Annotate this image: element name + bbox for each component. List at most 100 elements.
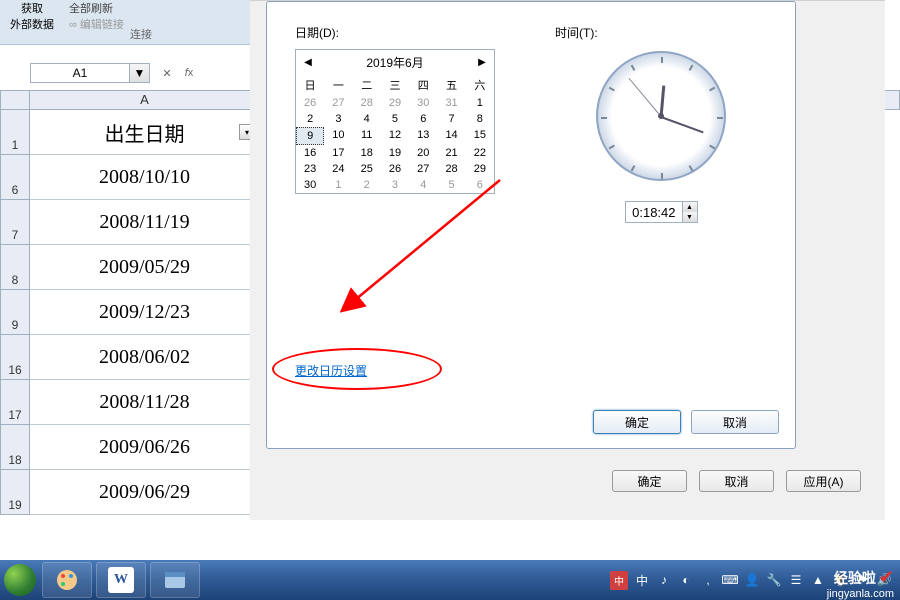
taskbar-paint[interactable] — [42, 562, 92, 598]
tray-icon[interactable]: ☰ — [788, 572, 804, 588]
cancel-formula-icon[interactable]: ✕ — [158, 64, 176, 82]
get-external-data-button[interactable]: 获取 外部数据 — [10, 0, 54, 32]
taskbar[interactable]: W 中 中 ♪ ◐ , ⌨ 👤 🔧 ☰ ▲ 🐧 ⚑ 🔊 经验啦 ✔ jingya… — [0, 560, 900, 600]
row-header[interactable]: 7 — [0, 200, 30, 245]
taskbar-word[interactable]: W — [96, 562, 146, 598]
row-header[interactable]: 17 — [0, 380, 30, 425]
calendar-day[interactable]: 2 — [353, 177, 381, 193]
row-header[interactable]: 1 — [0, 110, 30, 155]
cell[interactable]: 出生日期▾ — [30, 110, 260, 155]
column-header-a[interactable]: A — [30, 90, 260, 110]
calendar-day[interactable]: 2 — [296, 111, 324, 127]
prev-month-icon[interactable]: ◀ — [300, 57, 316, 68]
settings-dialog-outer: 日期(D): ◀ 2019年6月 ▶ 日一二三四五六 2627282930311… — [250, 0, 885, 520]
outer-cancel-button[interactable]: 取消 — [699, 470, 774, 492]
calendar-day[interactable]: 26 — [381, 161, 409, 177]
tray-wrench-icon[interactable]: 🔧 — [766, 572, 782, 588]
apply-button[interactable]: 应用(A) — [786, 470, 861, 492]
calendar-dow: 一 — [324, 75, 352, 95]
calendar-day[interactable]: 28 — [437, 161, 465, 177]
calendar-day[interactable]: 26 — [296, 95, 324, 111]
calendar-day[interactable]: 14 — [437, 127, 465, 145]
calendar-day[interactable]: 6 — [409, 111, 437, 127]
row-header[interactable]: 16 — [0, 335, 30, 380]
row-header[interactable]: 8 — [0, 245, 30, 290]
time-spin-down[interactable]: ▼ — [683, 212, 697, 222]
calendar-day[interactable]: 31 — [437, 95, 465, 111]
tray-icon[interactable]: ♪ — [656, 572, 672, 588]
name-box-dropdown[interactable]: ▼ — [130, 63, 150, 83]
calendar-day[interactable]: 9 — [296, 127, 324, 145]
ok-button[interactable]: 确定 — [593, 410, 681, 434]
change-calendar-settings-link[interactable]: 更改日历设置 — [295, 362, 367, 379]
row-header[interactable]: 9 — [0, 290, 30, 335]
cancel-button[interactable]: 取消 — [691, 410, 779, 434]
calendar-day[interactable]: 28 — [353, 95, 381, 111]
time-spin-up[interactable]: ▲ — [683, 202, 697, 212]
calendar-day[interactable]: 27 — [324, 95, 352, 111]
cell[interactable]: 2008/10/10 — [30, 155, 260, 200]
ime-indicator[interactable]: 中 — [610, 571, 628, 590]
name-box[interactable]: A1 — [30, 63, 130, 83]
calendar-day[interactable]: 30 — [296, 177, 324, 193]
select-all-corner[interactable] — [0, 90, 30, 110]
calendar-day[interactable]: 5 — [437, 177, 465, 193]
row-header[interactable]: 19 — [0, 470, 30, 515]
calendar-day[interactable]: 4 — [409, 177, 437, 193]
calendar-day[interactable]: 13 — [409, 127, 437, 145]
next-month-icon[interactable]: ▶ — [474, 57, 490, 68]
cell[interactable]: 2009/05/29 — [30, 245, 260, 290]
calendar-day[interactable]: 4 — [353, 111, 381, 127]
calendar-day[interactable]: 8 — [466, 111, 494, 127]
table-row: 182009/06/26 — [0, 425, 260, 470]
cell[interactable]: 2008/06/02 — [30, 335, 260, 380]
tray-icon[interactable]: 中 — [634, 572, 650, 588]
start-button[interactable] — [0, 560, 40, 600]
calendar-day[interactable]: 7 — [437, 111, 465, 127]
calendar-day[interactable]: 3 — [381, 177, 409, 193]
calendar-day[interactable]: 5 — [381, 111, 409, 127]
tray-keyboard-icon[interactable]: ⌨ — [722, 572, 738, 588]
tray-icon[interactable]: ◐ — [678, 572, 694, 588]
tray-icon[interactable]: 👤 — [744, 572, 760, 588]
calendar-day[interactable]: 17 — [324, 145, 352, 161]
calendar-day[interactable]: 16 — [296, 145, 324, 161]
calendar-day[interactable]: 12 — [381, 127, 409, 145]
calendar[interactable]: ◀ 2019年6月 ▶ 日一二三四五六 26272829303112345678… — [295, 49, 495, 194]
edit-links-button[interactable]: ∞ 编辑链接 — [69, 16, 124, 32]
taskbar-datetime[interactable] — [150, 562, 200, 598]
cell[interactable]: 2008/11/28 — [30, 380, 260, 425]
calendar-day[interactable]: 27 — [409, 161, 437, 177]
calendar-title[interactable]: 2019年6月 — [366, 54, 423, 71]
time-input[interactable] — [625, 201, 683, 223]
calendar-day[interactable]: 19 — [381, 145, 409, 161]
calendar-day[interactable]: 3 — [324, 111, 352, 127]
cell[interactable]: 2009/06/29 — [30, 470, 260, 515]
calendar-day[interactable]: 29 — [381, 95, 409, 111]
refresh-all-button[interactable]: 全部刷新 — [69, 0, 124, 16]
calendar-day[interactable]: 15 — [466, 127, 494, 145]
tray-expand-icon[interactable]: ▲ — [810, 572, 826, 588]
cell[interactable]: 2009/12/23 — [30, 290, 260, 335]
row-header[interactable]: 18 — [0, 425, 30, 470]
calendar-day[interactable]: 6 — [466, 177, 494, 193]
calendar-day[interactable]: 25 — [353, 161, 381, 177]
calendar-day[interactable]: 20 — [409, 145, 437, 161]
calendar-day[interactable]: 21 — [437, 145, 465, 161]
calendar-day[interactable]: 30 — [409, 95, 437, 111]
calendar-day[interactable]: 11 — [353, 127, 381, 145]
calendar-day[interactable]: 29 — [466, 161, 494, 177]
cell[interactable]: 2008/11/19 — [30, 200, 260, 245]
calendar-day[interactable]: 24 — [324, 161, 352, 177]
cell[interactable]: 2009/06/26 — [30, 425, 260, 470]
tray-icon[interactable]: , — [700, 572, 716, 588]
row-header[interactable]: 6 — [0, 155, 30, 200]
calendar-day[interactable]: 1 — [324, 177, 352, 193]
calendar-day[interactable]: 10 — [324, 127, 352, 145]
fx-icon[interactable]: fx — [180, 64, 198, 82]
outer-ok-button[interactable]: 确定 — [612, 470, 687, 492]
calendar-day[interactable]: 18 — [353, 145, 381, 161]
calendar-day[interactable]: 1 — [466, 95, 494, 111]
calendar-day[interactable]: 23 — [296, 161, 324, 177]
calendar-day[interactable]: 22 — [466, 145, 494, 161]
